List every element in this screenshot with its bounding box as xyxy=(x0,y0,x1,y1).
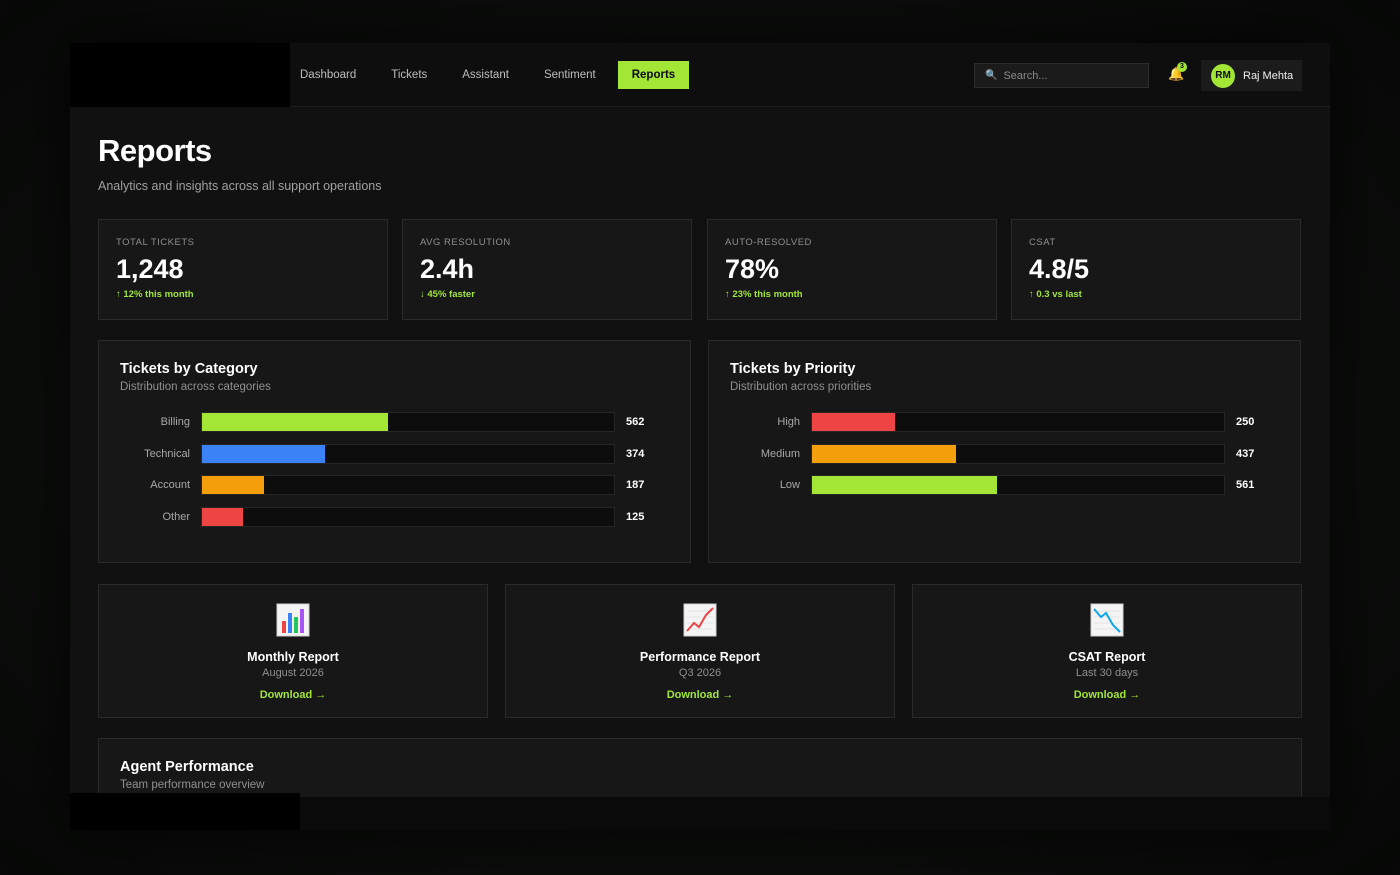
page-subtitle: Analytics and insights across all suppor… xyxy=(98,179,382,193)
stat-card-auto-resolved: AUTO-RESOLVED 78% ↑ 23% this month xyxy=(707,219,997,320)
bar-fill-technical xyxy=(202,444,325,463)
bar-fill-high xyxy=(812,413,895,431)
report-title: Performance Report xyxy=(639,650,761,664)
user-menu[interactable]: RM Raj Mehta xyxy=(1201,60,1302,91)
bar-label: Other xyxy=(162,510,190,523)
stat-delta: ↓ 45% faster xyxy=(420,289,475,300)
top-navigation-bar: Dashboard Tickets Assistant Sentiment Re… xyxy=(70,43,1330,107)
main-content: Reports Analytics and insights across al… xyxy=(98,133,1302,830)
user-name: Raj Mehta xyxy=(1243,69,1294,82)
bar-track xyxy=(201,412,615,432)
main-nav: Dashboard Tickets Assistant Sentiment Re… xyxy=(290,61,690,89)
bar-value: 561 xyxy=(1236,479,1255,491)
bar-row-account: Account 187 xyxy=(99,475,692,495)
bar-track xyxy=(811,443,1225,464)
report-title: CSAT Report xyxy=(1068,650,1146,664)
bar-label: Billing xyxy=(160,416,190,428)
stat-card-total-tickets: TOTAL TICKETS 1,248 ↑ 12% this month xyxy=(98,219,388,320)
notification-count-badge: 3 xyxy=(1177,62,1187,72)
bar-row-medium: Medium 437 xyxy=(709,443,1302,464)
bar-label: Account xyxy=(150,479,190,491)
stat-card-csat: CSAT 4.8/5 ↑ 0.3 vs last xyxy=(1011,219,1301,320)
stat-delta: ↑ 0.3 vs last xyxy=(1029,289,1082,300)
bar-row-technical: Technical 374 xyxy=(99,443,692,464)
nav-item-tickets[interactable]: Tickets xyxy=(374,61,444,89)
bar-value: 374 xyxy=(626,447,645,460)
report-card-csat: CSAT Report Last 30 days Download → xyxy=(912,584,1302,718)
bar-track xyxy=(201,506,615,527)
bar-fill-medium xyxy=(812,444,956,463)
stat-label: TOTAL TICKETS xyxy=(116,237,195,248)
panel-subtitle: Distribution across priorities xyxy=(730,381,872,393)
bar-label: Medium xyxy=(760,447,800,460)
app-window: Dashboard Tickets Assistant Sentiment Re… xyxy=(70,43,1330,830)
tickets-by-priority-panel: Tickets by Priority Distribution across … xyxy=(708,340,1301,563)
notifications-button[interactable]: 🔔 3 xyxy=(1168,62,1187,84)
bar-value: 125 xyxy=(626,510,645,523)
stat-delta: ↑ 23% this month xyxy=(725,289,803,300)
bar-row-high: High 250 xyxy=(709,412,1302,432)
bar-fill-billing xyxy=(202,413,388,431)
bar-fill-low xyxy=(812,476,997,494)
report-subtitle: August 2026 xyxy=(262,667,324,679)
bar-value: 250 xyxy=(1236,416,1255,428)
report-subtitle: Q3 2026 xyxy=(678,667,722,679)
bar-track xyxy=(201,475,615,495)
bar-label: Technical xyxy=(144,447,190,460)
nav-item-dashboard[interactable]: Dashboard xyxy=(290,61,373,89)
stat-value: 2.4h xyxy=(420,254,475,284)
report-title: Monthly Report xyxy=(247,650,339,664)
stat-value: 78% xyxy=(725,254,780,284)
stat-label: AUTO-RESOLVED xyxy=(725,237,812,248)
logo xyxy=(70,43,290,107)
report-card-monthly: Monthly Report August 2026 Download → xyxy=(98,584,488,718)
bar-chart-icon xyxy=(276,603,310,637)
bar-value: 187 xyxy=(626,479,645,491)
bar-row-low: Low 561 xyxy=(709,475,1302,495)
search-icon: 🔍 xyxy=(985,70,998,81)
trend-up-icon xyxy=(683,603,717,637)
stat-value: 1,248 xyxy=(116,254,184,284)
stats-row: TOTAL TICKETS 1,248 ↑ 12% this month AVG… xyxy=(98,219,1302,320)
bar-value: 562 xyxy=(626,416,645,428)
panel-subtitle: Team performance overview xyxy=(120,779,265,791)
panel-title: Tickets by Category xyxy=(120,361,258,377)
bar-track xyxy=(201,443,615,464)
bar-label: High xyxy=(777,416,800,428)
stat-label: AVG RESOLUTION xyxy=(420,237,511,248)
bar-row-other: Other 125 xyxy=(99,506,692,527)
stat-label: CSAT xyxy=(1029,237,1056,248)
bar-track xyxy=(811,412,1225,432)
bar-fill-account xyxy=(202,476,264,494)
avatar: RM xyxy=(1211,63,1235,88)
panel-title: Agent Performance xyxy=(120,759,254,775)
download-csat-report-link[interactable]: Download → xyxy=(1074,689,1141,701)
page-title: Reports xyxy=(98,133,212,168)
download-performance-report-link[interactable]: Download → xyxy=(667,689,734,701)
stat-value: 4.8/5 xyxy=(1029,254,1090,284)
stat-card-avg-resolution: AVG RESOLUTION 2.4h ↓ 45% faster xyxy=(402,219,692,320)
search-box: 🔍 xyxy=(974,63,1149,88)
nav-item-sentiment[interactable]: Sentiment xyxy=(527,61,613,89)
download-monthly-report-link[interactable]: Download → xyxy=(260,689,327,701)
bar-row-billing: Billing 562 xyxy=(99,412,692,432)
bar-track xyxy=(811,475,1225,495)
search-input[interactable] xyxy=(1003,69,1144,82)
panel-subtitle: Distribution across categories xyxy=(120,381,271,393)
report-subtitle: Last 30 days xyxy=(1075,667,1139,679)
nav-item-assistant[interactable]: Assistant xyxy=(445,61,526,89)
nav-item-reports[interactable]: Reports xyxy=(617,61,690,89)
bar-label: Low xyxy=(779,479,800,491)
bar-fill-other xyxy=(202,507,243,526)
stat-delta: ↑ 12% this month xyxy=(116,289,194,300)
bar-value: 437 xyxy=(1236,447,1255,460)
bottom-redacted-block xyxy=(70,793,300,830)
trend-down-icon xyxy=(1090,603,1124,637)
panel-title: Tickets by Priority xyxy=(730,361,856,377)
tickets-by-category-panel: Tickets by Category Distribution across … xyxy=(98,340,691,563)
report-card-performance: Performance Report Q3 2026 Download → xyxy=(505,584,895,718)
